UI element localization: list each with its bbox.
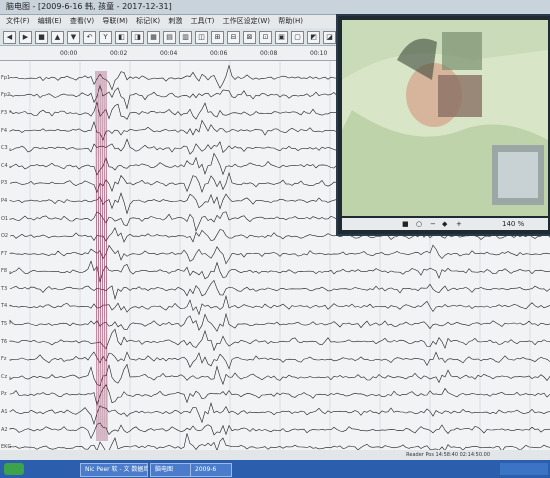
eeg-application-window: 脑电图 - [2009-6-16 韩, 孩童 - 2017-12-31] 文件(… (0, 0, 550, 478)
menu-item-stimulus[interactable]: 刺激 (168, 15, 182, 28)
channel-label: F4 (1, 127, 8, 134)
system-tray (500, 463, 548, 475)
artifact-line (95, 70, 98, 442)
channel-label: Cz (1, 373, 8, 380)
taskbar-item[interactable]: 2009-6 (190, 463, 232, 477)
toolbar-button[interactable]: ■ (35, 31, 48, 44)
toolbar-button[interactable]: ⊞ (211, 31, 224, 44)
patient-video (342, 20, 548, 216)
channel-label: C4 (1, 162, 8, 169)
record-icon[interactable]: ○ (416, 218, 422, 230)
status-text: Reader Pos 14:58:40 02:14:50.00 (406, 452, 490, 458)
channel-label: Fz (1, 356, 7, 363)
menu-item-file[interactable]: 文件(F) (6, 15, 30, 28)
title-bar: 脑电图 - [2009-6-16 韩, 孩童 - 2017-12-31] (0, 0, 550, 15)
menu-item-montage[interactable]: 导联(M) (102, 15, 128, 28)
channel-label: T3 (1, 285, 8, 292)
channel-label: F3 (1, 109, 8, 116)
channel-label: O2 (1, 233, 9, 240)
taskbar-item[interactable]: 脑电图 (150, 463, 192, 477)
toolbar-button[interactable]: Y (99, 31, 112, 44)
menu-item-workspace[interactable]: 工作区设定(W) (223, 15, 270, 28)
zoom-out-icon[interactable]: − (430, 218, 436, 230)
toolbar-button[interactable]: ▦ (147, 31, 160, 44)
toolbar-button[interactable]: ▢ (291, 31, 304, 44)
channel-label: Fp2 (1, 92, 11, 99)
time-tick: 00:02 (110, 50, 128, 57)
toolbar-button[interactable]: ◀ (3, 31, 16, 44)
video-panel: ■ ○ − ◆ + 140 % (336, 14, 550, 236)
taskbar-item[interactable]: Nic Peer 软 - 文 数据库 (80, 463, 148, 477)
toolbar-button[interactable]: ◩ (307, 31, 320, 44)
toolbar-button[interactable]: ◧ (115, 31, 128, 44)
toolbar-button[interactable]: ⊡ (259, 31, 272, 44)
artifact-line (97, 70, 100, 442)
channel-label: T4 (1, 303, 8, 310)
artifact-line (101, 70, 104, 442)
time-tick: 00:06 (210, 50, 228, 57)
channel-label: T6 (1, 338, 8, 345)
time-tick: 00:04 (160, 50, 178, 57)
channel-label: F7 (1, 250, 8, 257)
menu-item-mark[interactable]: 标记(K) (136, 15, 160, 28)
toolbar-button[interactable]: ▶ (19, 31, 32, 44)
stop-icon[interactable]: ■ (402, 218, 409, 230)
channel-label: O1 (1, 215, 9, 222)
channel-label: Fp1 (1, 74, 11, 81)
toolbar-button[interactable]: ▤ (163, 31, 176, 44)
window-title: 脑电图 - [2009-6-16 韩, 孩童 - 2017-12-31] (6, 2, 172, 11)
toolbar-button[interactable]: ◪ (323, 31, 336, 44)
channel-label: T5 (1, 321, 8, 328)
toolbar-button[interactable]: ▼ (67, 31, 80, 44)
status-bar: Reader Pos 14:58:40 02:14:50.00 (0, 450, 550, 460)
channel-label: P3 (1, 180, 8, 187)
toolbar-button[interactable]: ▲ (51, 31, 64, 44)
video-controls: ■ ○ − ◆ + 140 % (342, 218, 548, 230)
menu-item-tools[interactable]: 工具(T) (191, 15, 215, 28)
toolbar-button[interactable]: ⊠ (243, 31, 256, 44)
menu-item-view[interactable]: 查看(V) (70, 15, 94, 28)
toolbar-button[interactable]: ▥ (179, 31, 192, 44)
video-image (342, 20, 548, 216)
time-tick: 00:00 (60, 50, 78, 57)
zoom-level: 140 % (502, 220, 525, 228)
channel-label: A1 (1, 409, 8, 416)
position-icon[interactable]: ◆ (442, 218, 447, 230)
artifact-line (103, 70, 106, 442)
time-tick: 00:10 (310, 50, 328, 57)
toolbar-button[interactable]: ◨ (131, 31, 144, 44)
channel-label: A2 (1, 426, 8, 433)
start-button[interactable] (4, 463, 24, 475)
taskbar: Nic Peer 软 - 文 数据库 脑电图 2009-6 (0, 460, 550, 478)
toolbar-button[interactable]: ▣ (275, 31, 288, 44)
zoom-in-icon[interactable]: + (456, 218, 462, 230)
channel-label: C3 (1, 145, 8, 152)
channel-labels: Fp1 Fp2 F3 F4 C3 C4 P3 P4 O1 O2 F7 F8 T3 T4 T5 T6 Fz Cz Pz… (0, 61, 11, 458)
toolbar-button[interactable]: ⊟ (227, 31, 240, 44)
menu-item-help[interactable]: 帮助(H) (278, 15, 303, 28)
channel-label: P4 (1, 197, 8, 204)
menu-item-edit[interactable]: 编辑(E) (38, 15, 62, 28)
channel-label: Pz (1, 391, 7, 398)
toolbar-button[interactable]: ◫ (195, 31, 208, 44)
channel-label: F8 (1, 268, 8, 275)
toolbar-button[interactable]: ↶ (83, 31, 96, 44)
time-tick: 00:08 (260, 50, 278, 57)
